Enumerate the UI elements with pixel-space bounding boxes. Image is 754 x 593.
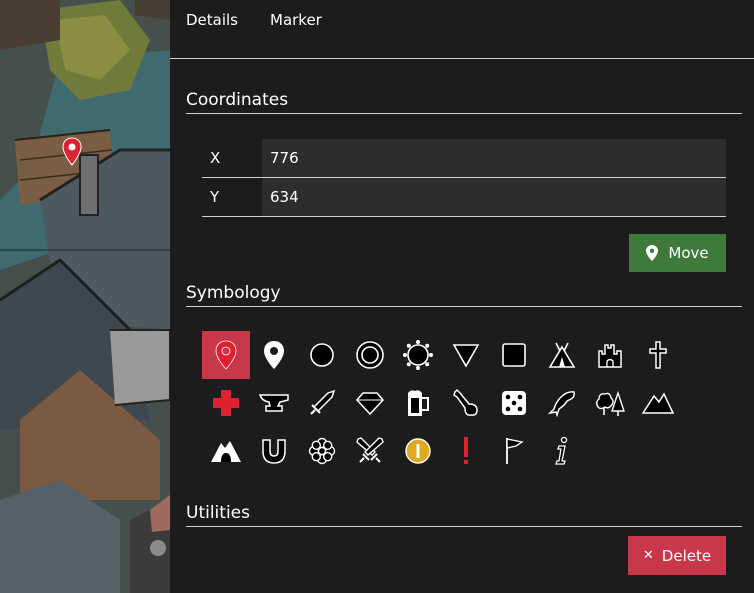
exclamation-icon[interactable]	[442, 427, 490, 475]
magnet-icon[interactable]	[250, 427, 298, 475]
info-icon[interactable]	[538, 427, 586, 475]
dolphin-icon[interactable]	[538, 379, 586, 427]
diamond-icon[interactable]	[346, 379, 394, 427]
map-view[interactable]	[0, 0, 170, 593]
beer-mug-icon[interactable]	[394, 379, 442, 427]
flag-icon[interactable]	[490, 427, 538, 475]
flower-icon[interactable]	[298, 427, 346, 475]
map-pin-outline-icon[interactable]	[250, 331, 298, 379]
x-value[interactable]: 776	[262, 139, 726, 177]
square-icon[interactable]	[490, 331, 538, 379]
delete-button-label: Delete	[661, 546, 712, 565]
utilities-heading: Utilities	[186, 503, 742, 527]
tent-icon[interactable]	[538, 331, 586, 379]
tab-marker[interactable]: Marker	[270, 11, 322, 29]
red-cross-icon[interactable]	[202, 379, 250, 427]
castle-icon[interactable]	[586, 331, 634, 379]
trees-icon[interactable]	[586, 379, 634, 427]
x-label: X	[202, 139, 262, 177]
crossed-swords-icon[interactable]	[346, 427, 394, 475]
map-pin-symbol-icon[interactable]	[202, 331, 250, 379]
move-button-label: Move	[668, 244, 709, 262]
y-label: Y	[202, 178, 262, 216]
cross-icon[interactable]	[634, 331, 682, 379]
mountain-icon[interactable]	[634, 379, 682, 427]
meat-drumstick-icon[interactable]	[442, 379, 490, 427]
dice-icon[interactable]	[490, 379, 538, 427]
y-value[interactable]: 634	[262, 178, 726, 216]
coordinates-table: X 776 Y 634	[202, 139, 726, 217]
double-circle-icon[interactable]	[346, 331, 394, 379]
coordinates-heading: Coordinates	[186, 90, 742, 114]
marker-side-panel: Details Marker Coordinates X 776 Y 634 M…	[170, 0, 754, 593]
coord-row-y: Y 634	[202, 178, 726, 217]
close-icon: ✕	[642, 548, 654, 563]
symbol-grid	[202, 331, 682, 481]
cave-icon[interactable]	[202, 427, 250, 475]
sun-icon[interactable]	[394, 331, 442, 379]
circle-icon[interactable]	[298, 331, 346, 379]
map-pin-marker[interactable]	[62, 137, 82, 167]
sword-icon[interactable]	[298, 379, 346, 427]
coord-row-x: X 776	[202, 139, 726, 178]
panel-tabs: Details Marker	[170, 0, 754, 59]
map-pin-icon	[646, 245, 659, 261]
delete-button[interactable]: ✕ Delete	[628, 536, 726, 575]
coin-icon[interactable]	[394, 427, 442, 475]
move-button[interactable]: Move	[629, 234, 726, 272]
symbology-heading: Symbology	[186, 283, 742, 307]
map-illustration	[0, 0, 170, 593]
tab-details[interactable]: Details	[186, 11, 238, 29]
triangle-down-icon[interactable]	[442, 331, 490, 379]
anvil-icon[interactable]	[250, 379, 298, 427]
